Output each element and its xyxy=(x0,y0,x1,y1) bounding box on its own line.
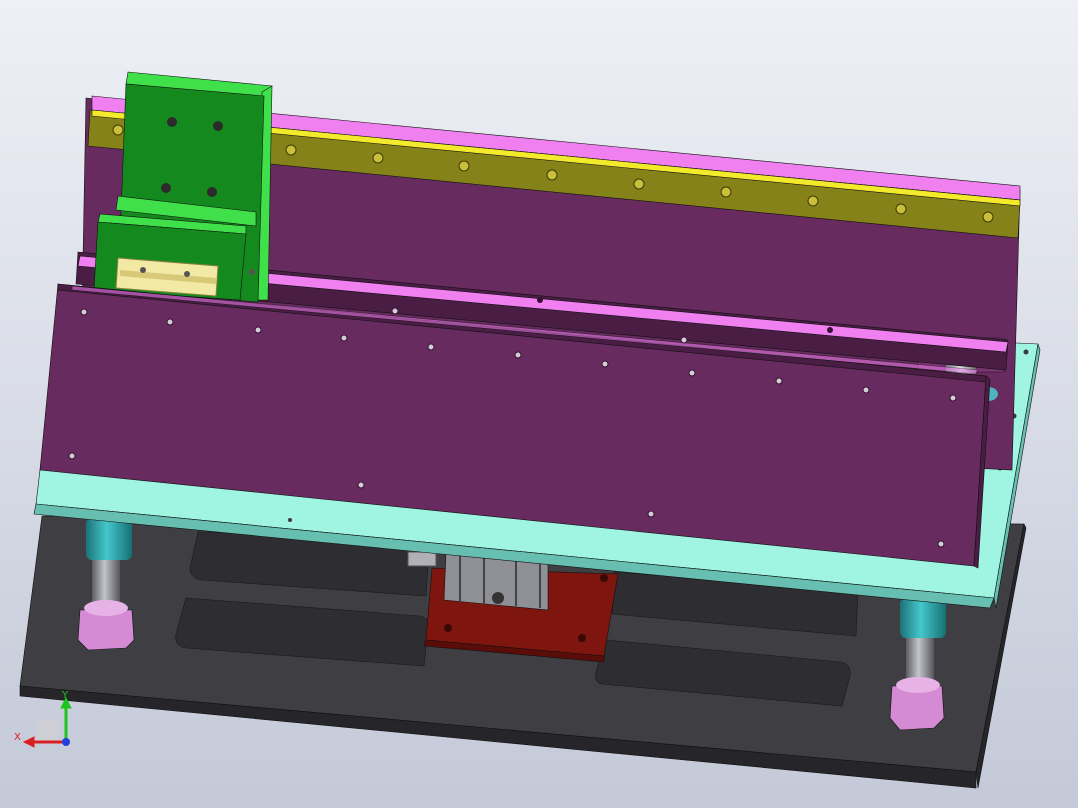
fastener-hole xyxy=(680,336,688,344)
axis-triad[interactable]: Y X xyxy=(10,684,80,754)
fastener-hole xyxy=(288,518,292,522)
fastener-hole xyxy=(688,369,696,377)
graphics-viewport[interactable]: Y X xyxy=(0,0,1078,808)
fastener-hole xyxy=(1023,349,1029,355)
fastener-hole xyxy=(458,160,470,172)
fastener-hole xyxy=(340,334,348,342)
fastener-hole xyxy=(427,343,435,351)
fastener-hole xyxy=(546,169,558,181)
fastener-hole xyxy=(68,452,76,460)
axis-triad-graphic: Y X xyxy=(14,690,72,748)
fastener-hole xyxy=(775,377,783,385)
fastener-hole xyxy=(720,186,732,198)
fastener-hole xyxy=(166,318,174,326)
fastener-hole xyxy=(982,211,994,223)
fastener-hole xyxy=(285,144,297,156)
fastener-hole xyxy=(372,152,384,164)
cad-model-view[interactable] xyxy=(0,0,1078,808)
fastener-hole xyxy=(391,307,399,315)
fastener-hole xyxy=(600,574,608,582)
fastener-hole xyxy=(601,360,609,368)
fastener-hole xyxy=(895,203,907,215)
fastener-hole xyxy=(514,351,522,359)
fastener-hole xyxy=(357,481,365,489)
fastener-hole xyxy=(949,394,957,402)
fastener-hole xyxy=(492,592,504,604)
fastener-hole xyxy=(161,183,171,193)
axis-x-label: X xyxy=(14,732,21,743)
fastener-hole xyxy=(647,510,655,518)
fastener-hole xyxy=(578,634,586,642)
fastener-hole xyxy=(167,117,177,127)
fastener-hole xyxy=(254,326,262,334)
fastener-hole xyxy=(207,187,217,197)
fastener-hole xyxy=(213,121,223,131)
fastener-hole xyxy=(444,624,452,632)
fastener-hole xyxy=(862,386,870,394)
fastener-hole xyxy=(633,178,645,190)
fastener-hole xyxy=(537,297,543,303)
fastener-hole xyxy=(80,308,88,316)
fastener-hole xyxy=(112,124,124,136)
axis-y-label: Y xyxy=(61,690,69,701)
fastener-hole xyxy=(807,195,819,207)
fastener-hole xyxy=(827,327,833,333)
fastener-hole xyxy=(937,540,945,548)
